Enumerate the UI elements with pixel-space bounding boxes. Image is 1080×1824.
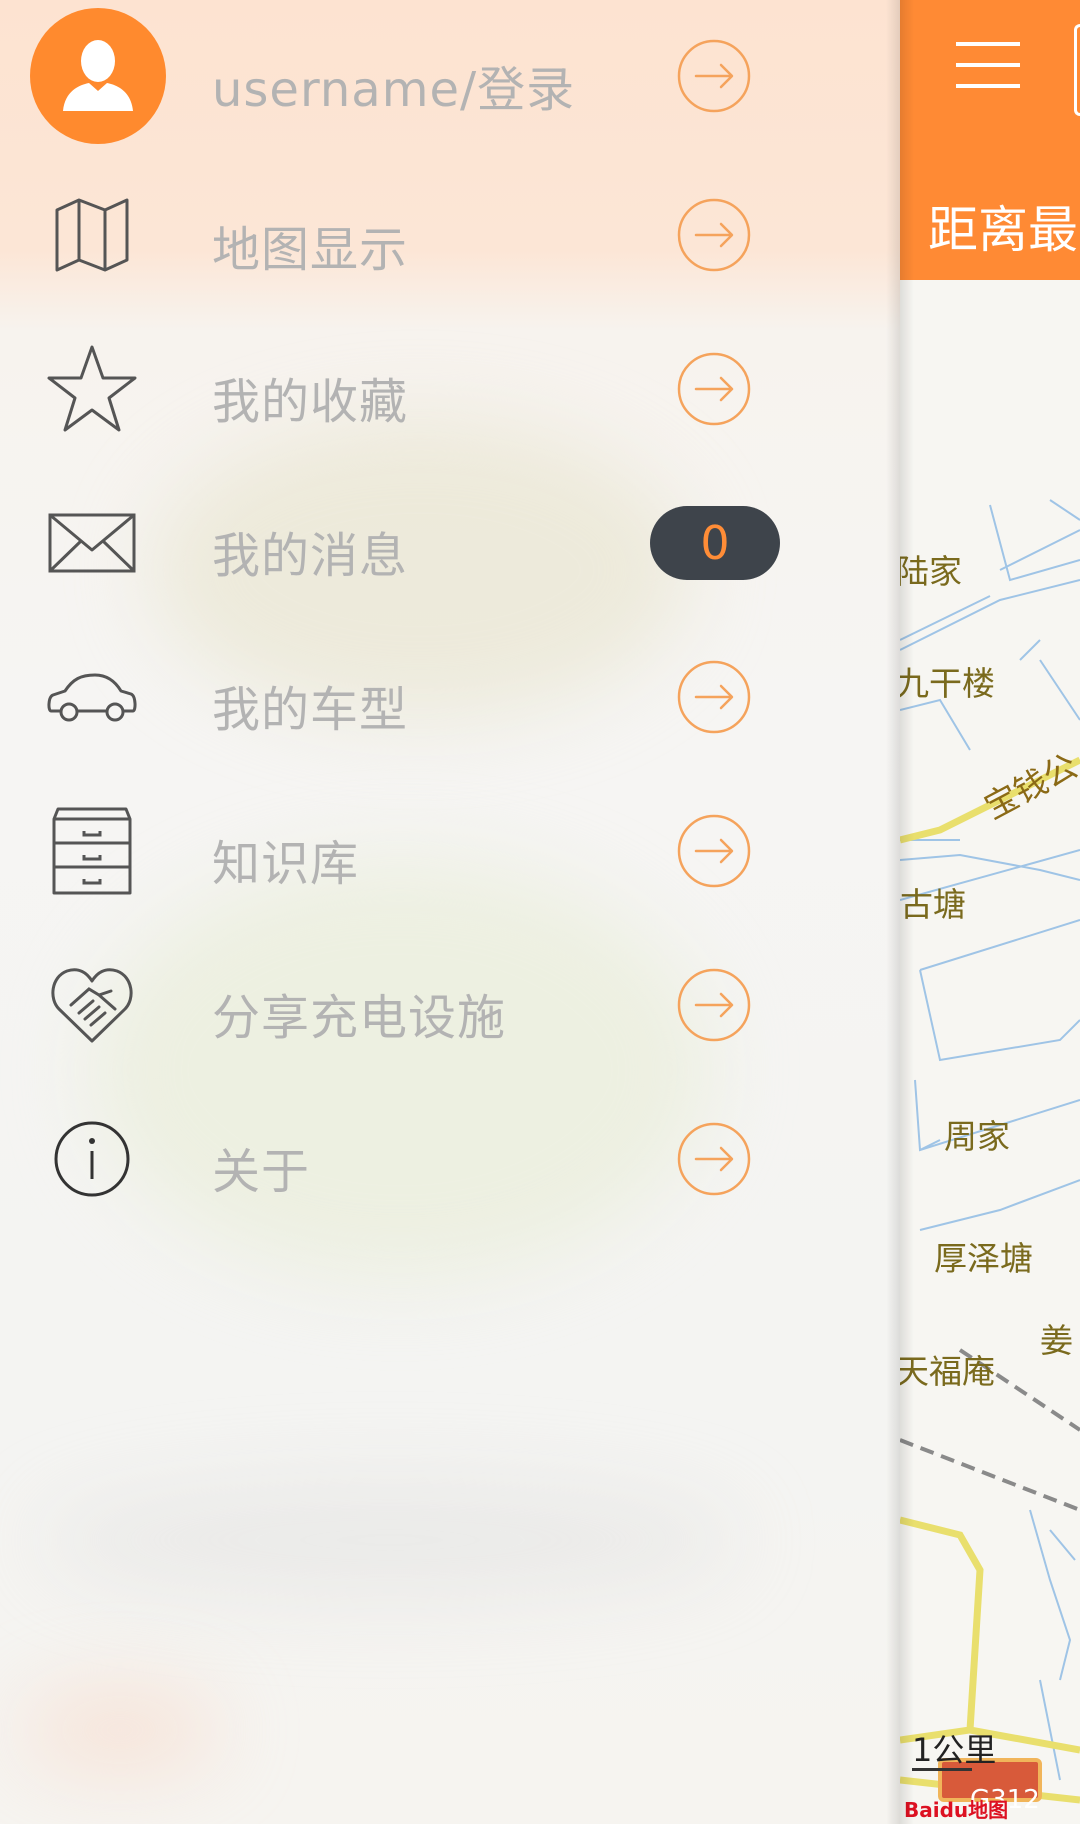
- map-place-label: 天福庵: [900, 1352, 995, 1391]
- user-icon: [63, 40, 133, 111]
- menu-item-car-model[interactable]: 我的车型: [0, 622, 900, 772]
- menu-item-share-charging[interactable]: 分享充电设施: [0, 930, 900, 1080]
- message-count-badge: 0: [650, 506, 780, 580]
- menu-item-label: 关于: [212, 1144, 311, 1200]
- menu-item-label: 我的车型: [212, 682, 409, 738]
- map-icon: [55, 198, 129, 272]
- login-row[interactable]: username/登录: [0, 0, 900, 150]
- map-scale-bar: [912, 1768, 972, 1771]
- map-canvas[interactable]: [900, 280, 1080, 1824]
- navigation-drawer: username/登录 地图显示 我的收藏 我的消息 0 我的车型 知识库 分享…: [0, 0, 900, 1824]
- arrow-right-icon[interactable]: [676, 197, 752, 273]
- arrow-right-icon[interactable]: [676, 967, 752, 1043]
- heart-handshake-icon: [51, 968, 133, 1043]
- menu-item-map[interactable]: 地图显示: [0, 160, 900, 310]
- map-scale-label: 1公里: [912, 1731, 997, 1769]
- menu-item-label: 我的收藏: [212, 374, 409, 430]
- login-label[interactable]: username/登录: [212, 50, 575, 120]
- menu-item-label: 我的消息: [212, 528, 409, 584]
- arrow-right-icon[interactable]: [676, 351, 752, 427]
- menu-item-about[interactable]: 关于: [0, 1084, 900, 1234]
- map-place-label: 厚泽塘: [934, 1239, 1033, 1278]
- app-toolbar: 距离最: [900, 0, 1080, 280]
- menu-item-label: 知识库: [212, 836, 360, 892]
- drawer-edge-shadow: [886, 0, 914, 1824]
- arrow-right-icon[interactable]: [676, 1121, 752, 1197]
- menu-item-favorites[interactable]: 我的收藏: [0, 314, 900, 464]
- blur-decor: [20, 1690, 220, 1770]
- car-icon: [47, 673, 137, 722]
- arrow-right-icon[interactable]: [676, 659, 752, 735]
- arrow-right-icon[interactable]: [676, 813, 752, 889]
- map-place-label: 姜: [1040, 1321, 1073, 1360]
- menu-item-label: 分享充电设施: [212, 990, 507, 1046]
- menu-item-messages[interactable]: 我的消息 0: [0, 468, 900, 618]
- info-icon: [54, 1121, 130, 1197]
- map-place-label: 九干楼: [900, 664, 995, 703]
- arrow-right-icon[interactable]: [676, 38, 752, 114]
- envelope-icon: [48, 513, 136, 573]
- map-panel[interactable]: 距离最 陆家 九干楼 宝钱公 古塘 周家 厚泽塘 姜 天福庵 1公里 G312 …: [900, 0, 1080, 1824]
- toolbar-button-edge[interactable]: [1074, 24, 1080, 116]
- menu-item-knowledge-base[interactable]: 知识库: [0, 776, 900, 926]
- map-place-label: 周家: [944, 1117, 1010, 1156]
- drawers-icon: [52, 807, 132, 895]
- hamburger-menu-icon[interactable]: [954, 40, 1022, 90]
- blur-decor: [40, 1480, 740, 1600]
- baidu-map-logo: Baidu地图: [904, 1798, 1009, 1822]
- menu-item-label: 地图显示: [212, 222, 409, 278]
- toolbar-title: 距离最: [928, 201, 1078, 259]
- star-icon: [47, 345, 137, 432]
- avatar[interactable]: [30, 8, 166, 144]
